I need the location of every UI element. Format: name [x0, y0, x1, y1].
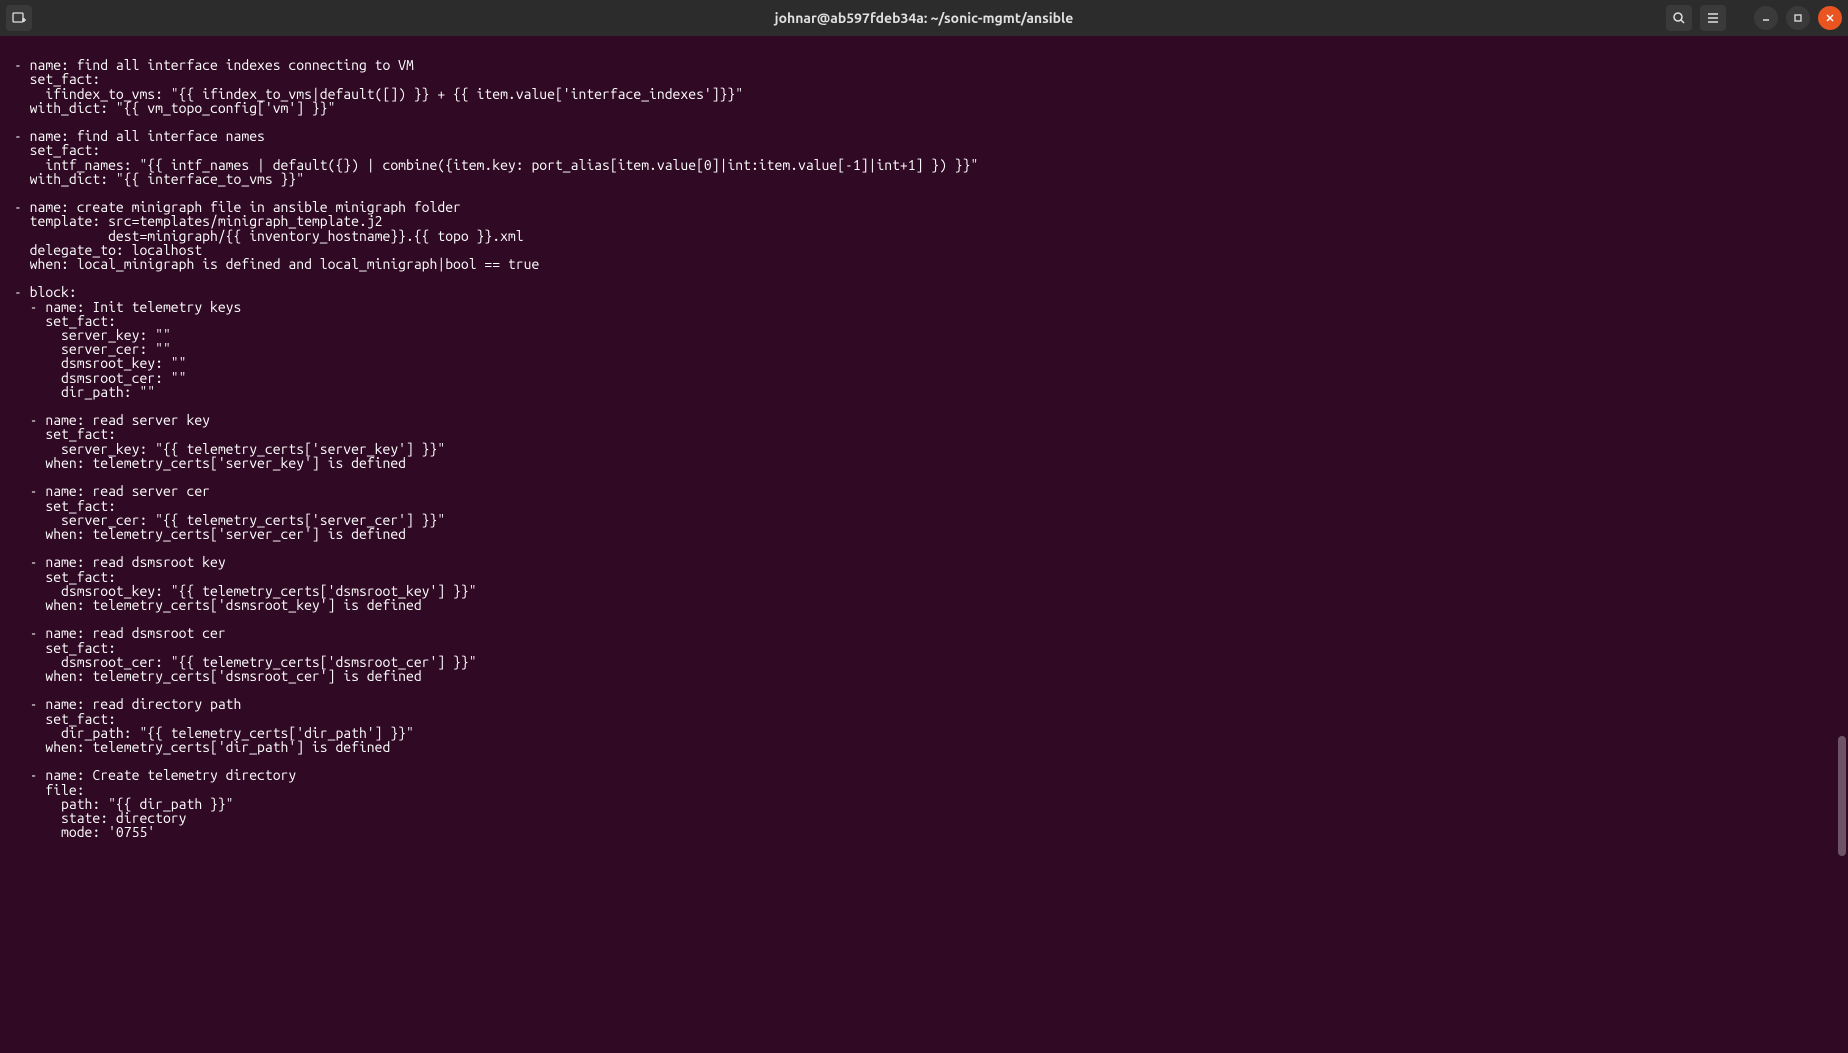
window-titlebar: johnar@ab597fdeb34a: ~/sonic-mgmt/ansibl… — [0, 0, 1848, 36]
search-icon — [1672, 11, 1686, 25]
titlebar-right — [1666, 5, 1842, 31]
scrollbar-thumb[interactable] — [1838, 736, 1846, 856]
terminal-text: - name: find all interface indexes conne… — [14, 57, 978, 840]
terminal-content-area[interactable]: - name: find all interface indexes conne… — [0, 36, 1848, 1053]
maximize-button[interactable] — [1786, 6, 1810, 30]
new-tab-icon — [11, 10, 27, 26]
hamburger-icon — [1706, 11, 1720, 25]
new-tab-button[interactable] — [6, 5, 32, 31]
close-button[interactable] — [1818, 6, 1842, 30]
minimize-button[interactable] — [1754, 6, 1778, 30]
window-title: johnar@ab597fdeb34a: ~/sonic-mgmt/ansibl… — [775, 10, 1074, 26]
close-icon — [1825, 13, 1835, 23]
search-button[interactable] — [1666, 5, 1692, 31]
menu-button[interactable] — [1700, 5, 1726, 31]
minimize-icon — [1761, 13, 1771, 23]
maximize-icon — [1793, 13, 1803, 23]
titlebar-left — [6, 5, 32, 31]
